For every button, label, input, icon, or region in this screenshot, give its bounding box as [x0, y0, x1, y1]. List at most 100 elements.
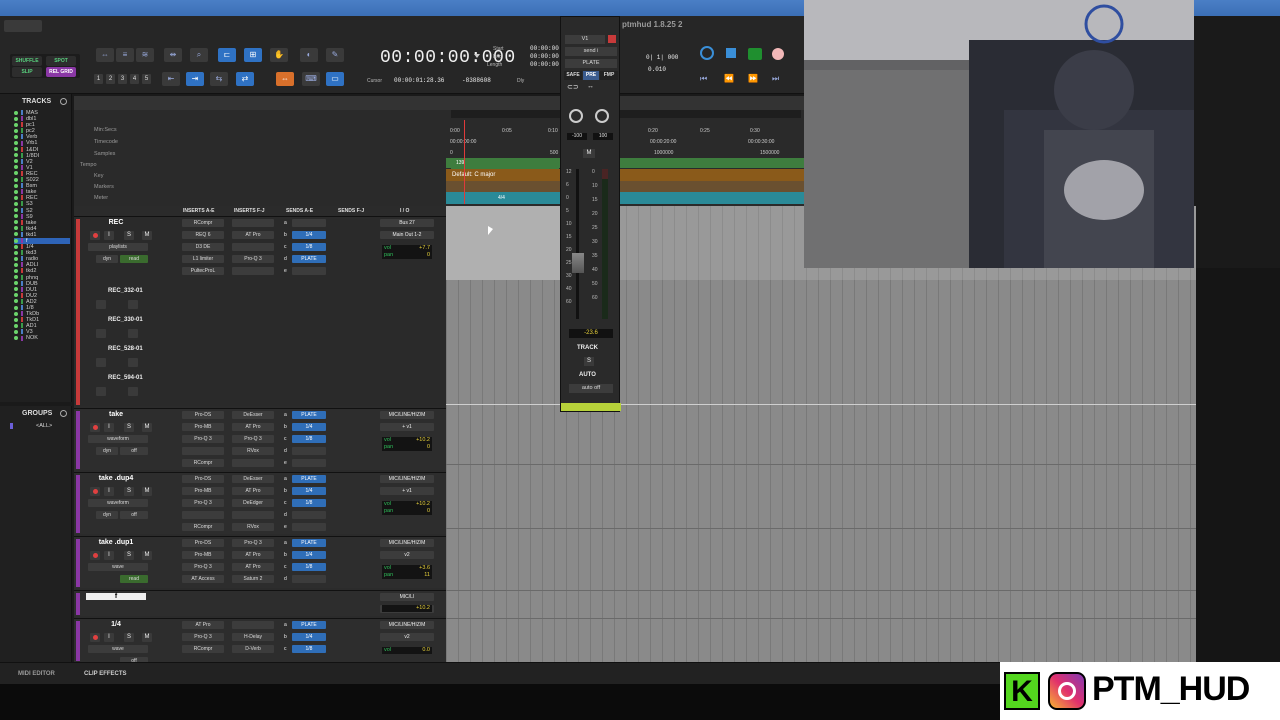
alternate-playlist-name[interactable]: REC_332-01 [108, 288, 143, 294]
mute-button[interactable]: M [142, 551, 152, 560]
grid-value[interactable]: 0| 1| 000 [646, 54, 678, 61]
safe-button[interactable]: SAFE [564, 71, 582, 80]
track-visibility-icon[interactable] [14, 147, 18, 152]
send-slot[interactable]: 1/8 [292, 435, 326, 443]
fader-area[interactable]: 12 6 0 5 10 15 20 25 30 40 60 0 10 15 20 25 30 35 40 50 60 [566, 169, 616, 319]
col-inserts-fj[interactable]: INSERTS F-J [234, 208, 265, 214]
tracklist-item[interactable]: NOK [14, 335, 70, 341]
volume-pan-readout[interactable]: vol +10.2 pan 0 [382, 501, 432, 515]
insert-slot-fj[interactable] [232, 459, 274, 467]
playhead-line[interactable] [464, 120, 465, 204]
insert-slot-ae[interactable]: L1 limiter [182, 255, 224, 263]
track-visibility-icon[interactable] [14, 305, 18, 310]
alternate-playlist-name[interactable]: REC_594-01 [108, 375, 143, 381]
tab-to-transient-icon[interactable]: ⇥ [186, 72, 204, 86]
insert-slot-ae[interactable] [182, 447, 224, 455]
return-to-zero-icon[interactable]: ⏮ [700, 74, 707, 84]
stop-icon[interactable] [726, 48, 736, 58]
playlist-selector[interactable]: playlists [88, 243, 148, 251]
send-slot[interactable]: 1/8 [292, 243, 326, 251]
selector-tool-icon[interactable]: ⊞ [244, 48, 262, 62]
track-visibility-icon[interactable] [14, 329, 18, 334]
record-arm-button[interactable] [90, 551, 100, 560]
track-row[interactable]: fMIC/LI+ v1+10.2 [74, 590, 446, 616]
col-sends-ae[interactable]: SENDS A-E [286, 208, 313, 214]
input-selector[interactable]: MIC/LINE/HIZ/M [380, 411, 434, 419]
zoomer-tool-icon[interactable]: ⌕ [190, 48, 208, 62]
send-slot[interactable]: PLATE [292, 411, 326, 419]
automation-mode-select[interactable]: auto off [569, 384, 613, 393]
scrubber-tool-icon[interactable]: ◐ [300, 48, 318, 62]
insert-slot-ae[interactable]: Pro-Q 3 [182, 499, 224, 507]
output-selector[interactable]: v2 [380, 551, 434, 559]
input-selector[interactable]: MIC/LINE/HIZ/M [380, 621, 434, 629]
output-selector[interactable]: v2 [380, 633, 434, 641]
volume-value[interactable]: +10.2 [416, 501, 430, 508]
insert-slot-fj[interactable]: AT Pro [232, 563, 274, 571]
zoom-preset-5[interactable]: 5 [142, 74, 151, 84]
link-timeline-icon[interactable]: ⇄ [236, 72, 254, 86]
track-visibility-icon[interactable] [14, 214, 18, 219]
volume-value[interactable]: +10.2 [416, 605, 430, 612]
playlist-rec-button[interactable] [96, 300, 106, 309]
fast-forward-icon[interactable]: ⏩ [748, 74, 758, 83]
solo-button[interactable]: S [124, 551, 134, 560]
insert-slot-fj[interactable] [232, 511, 274, 519]
record-arm-button[interactable] [90, 231, 100, 240]
clip-effects-tab[interactable]: CLIP EFFECTS [84, 671, 127, 677]
input-selector[interactable]: MIC/LINE/HIZ/M [380, 475, 434, 483]
zoom-preset-2[interactable]: 2 [106, 74, 115, 84]
track-name[interactable]: f [86, 593, 146, 600]
strip-mute-button[interactable]: M [583, 149, 595, 158]
col-io[interactable]: I / O [400, 208, 409, 214]
alternate-playlist-name[interactable]: REC_330-01 [108, 317, 143, 323]
playlist-area[interactable] [446, 206, 1196, 662]
track-name[interactable]: take .dup1 [86, 539, 146, 546]
input-monitor-button[interactable]: I [104, 423, 114, 432]
track-visibility-icon[interactable] [14, 311, 18, 316]
keyboard-focus-icon[interactable]: ⌨ [302, 72, 320, 86]
send-slot[interactable]: PLATE [292, 621, 326, 629]
input-selector[interactable]: MIC/LINE/HIZ/M [380, 539, 434, 547]
solo-button[interactable]: S [124, 487, 134, 496]
track-visibility-icon[interactable] [14, 250, 18, 255]
insert-slot-ae[interactable]: RCompr [182, 645, 224, 653]
insert-slot-ae[interactable]: PultecProL [182, 267, 224, 275]
insert-slot-fj[interactable]: AT Pro [232, 551, 274, 559]
spot-mode-button[interactable]: SPOT [46, 56, 76, 66]
playlist-solo-button[interactable] [128, 300, 138, 309]
send-slot[interactable]: PLATE [292, 255, 326, 263]
track-visibility-icon[interactable] [14, 110, 18, 115]
record-icon[interactable] [772, 48, 784, 60]
pan-value[interactable]: 0 [427, 252, 430, 259]
pan-left-value[interactable]: -100 [567, 133, 587, 140]
send-slot[interactable]: 1/4 [292, 423, 326, 431]
strip-close-icon[interactable] [608, 35, 616, 43]
track-visibility-icon[interactable] [14, 293, 18, 298]
playlist-selector[interactable]: wave [88, 645, 148, 653]
group-item-all[interactable]: <ALL> [36, 423, 52, 429]
pan-right-value[interactable]: 100 [593, 133, 613, 140]
send-slot[interactable] [292, 267, 326, 275]
send-slot[interactable] [292, 575, 326, 583]
send-slot[interactable]: PLATE [292, 539, 326, 547]
strip-solo-button[interactable]: S [584, 357, 594, 366]
automation-view-selector[interactable]: off [120, 447, 148, 455]
insert-slot-fj[interactable]: D-Verb [232, 645, 274, 653]
waveform-zoom-icon[interactable]: ≋ [136, 48, 154, 62]
insert-slot-fj[interactable] [232, 621, 274, 629]
solo-button[interactable]: S [124, 423, 134, 432]
volume-pan-readout[interactable]: vol +7.7 pan 0 [382, 245, 432, 259]
go-to-end-icon[interactable]: ⏭ [772, 74, 779, 84]
track-visibility-icon[interactable] [14, 134, 18, 139]
record-arm-button[interactable] [90, 633, 100, 642]
pan-value[interactable]: 0 [427, 508, 430, 515]
insert-slot-fj[interactable] [232, 219, 274, 227]
insert-slot-fj[interactable]: Pro-Q 3 [232, 435, 274, 443]
pan-value[interactable]: 0 [427, 444, 430, 451]
insert-slot-ae[interactable]: Pro-DS [182, 411, 224, 419]
mirror-edit-icon[interactable]: ⇆ [210, 72, 228, 86]
track-visibility-icon[interactable] [14, 165, 18, 170]
track-name[interactable]: 1/4 [86, 621, 146, 628]
nudge-left-icon[interactable]: ⇤ [162, 72, 180, 86]
